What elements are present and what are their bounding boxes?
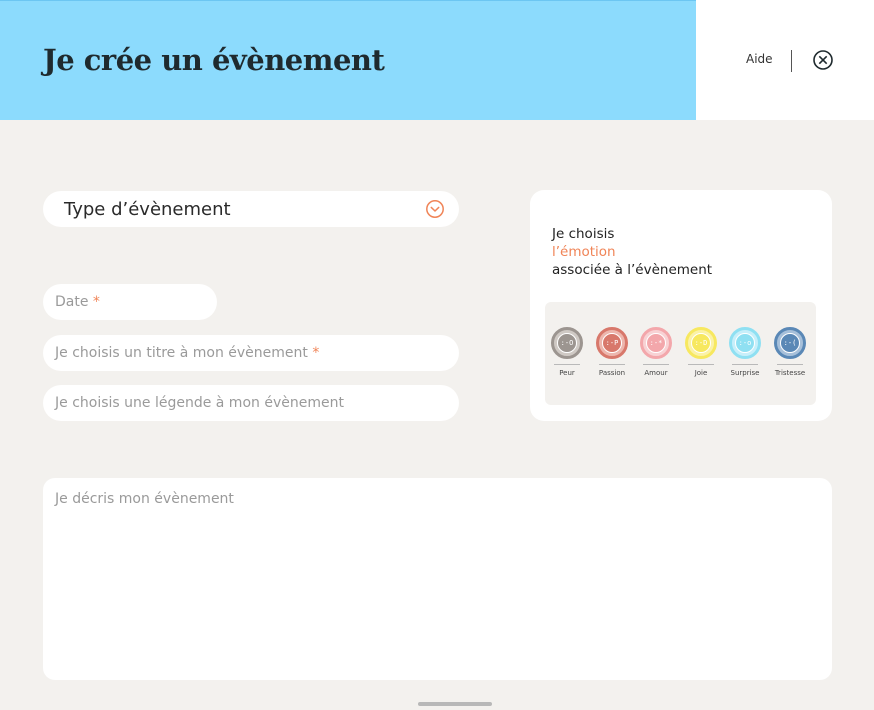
emotion-face: :-P [602,333,622,353]
emotion-face: :-D [691,333,711,353]
caption-placeholder: Je choisis une légende à mon évènement [55,395,344,411]
date-placeholder-text: Date [55,294,89,310]
caption-field[interactable]: Je choisis une légende à mon évènement [43,385,459,421]
emotion-face-icon: :-D [685,327,717,359]
emotion-option-peur[interactable]: :-O Peur [545,327,589,387]
emotion-label: Passion [598,369,626,377]
home-indicator[interactable] [418,702,492,706]
header-actions [696,0,874,120]
emotion-heading-line: associée à l’évènement [552,262,713,278]
title-placeholder-text: Je choisis un titre à mon évènement [55,345,308,361]
emotion-face-icon: :-O [551,327,583,359]
emotion-face-icon: :-o [729,327,761,359]
emotion-face: :-* [646,333,666,353]
emotion-face-icon: :-* [640,327,672,359]
help-link[interactable]: Aide [746,52,773,66]
emotion-option-passion[interactable]: :-P Passion [590,327,634,387]
emotion-label: Amour [644,369,668,377]
date-placeholder: Date * [55,294,100,310]
event-type-select[interactable]: Type d’évènement [43,191,459,227]
emotion-face: :-o [735,333,755,353]
event-type-label: Type d’évènement [64,199,231,220]
date-field[interactable]: Date * [43,284,217,320]
header-banner: Je crée un évènement [0,0,696,120]
emotion-label: Surprise [730,369,760,377]
divider [732,364,758,365]
chevron-down-icon [426,200,444,218]
emotion-label: Joie [694,369,708,377]
emotion-option-surprise[interactable]: :-o Surprise [723,327,767,387]
divider [643,364,669,365]
required-mark: * [312,345,320,361]
emotion-heading-line: Je choisis [552,226,615,242]
emotion-card: Je choisis l’émotion associée à l’évènem… [530,190,832,421]
close-button[interactable] [812,49,834,71]
header-divider [791,50,792,72]
required-mark: * [92,294,100,310]
emotion-face-icon: :-( [774,327,806,359]
emotion-label: Peur [559,369,575,377]
emotion-heading: Je choisis l’émotion associée à l’évènem… [552,225,712,279]
title-placeholder: Je choisis un titre à mon évènement * [55,345,319,361]
emotion-options: :-O Peur :-P Passion :-* Amour:-D Joie … [545,327,816,387]
emotion-option-amour[interactable]: :-* Amour [634,327,678,387]
emotion-option-tristesse[interactable]: :-( Tristesse [768,327,812,387]
close-circle-icon [813,50,833,70]
emotion-picker: :-O Peur :-P Passion :-* Amour:-D Joie … [545,302,816,405]
emotion-heading-accent: l’émotion [552,244,616,260]
divider [688,364,714,365]
emotion-label: Tristesse [774,369,806,377]
divider [554,364,580,365]
divider [599,364,625,365]
description-textarea[interactable]: Je décris mon évènement [43,478,832,680]
emotion-face-icon: :-P [596,327,628,359]
divider [777,364,803,365]
page-title: Je crée un évènement [43,43,385,77]
emotion-face: :-( [780,333,800,353]
emotion-face: :-O [557,333,577,353]
title-field[interactable]: Je choisis un titre à mon évènement * [43,335,459,371]
emotion-option-joie[interactable]: :-D Joie [679,327,723,387]
description-placeholder: Je décris mon évènement [55,491,234,507]
